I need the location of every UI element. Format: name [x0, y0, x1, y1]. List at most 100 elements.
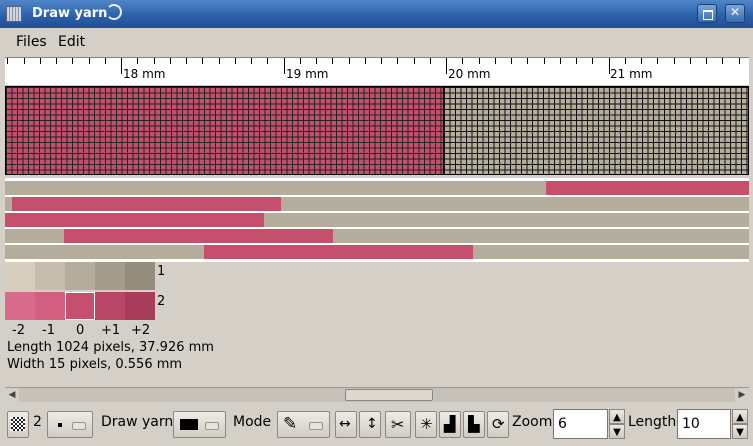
ruler-tick — [657, 58, 658, 64]
yarn-segment-pink — [12, 197, 281, 211]
shade-label: +1 — [101, 323, 121, 338]
palette-swatch[interactable] — [125, 262, 155, 290]
menu-bar: Files Edit — [2, 28, 751, 56]
stair-down-button[interactable]: ▙ — [463, 411, 485, 438]
shade-label: 0 — [76, 323, 85, 338]
ruler-tick — [397, 58, 398, 64]
horizontal-arrows-icon: ↔ — [339, 416, 351, 432]
maximize-button[interactable] — [697, 4, 717, 23]
palette-swatch[interactable] — [5, 262, 35, 290]
horizontal-scrollbar[interactable]: ◀ ▶ — [5, 387, 749, 402]
length-stepper[interactable]: ▲ ▼ — [732, 409, 748, 439]
ruler-tick — [186, 58, 187, 64]
ruler-tick — [381, 58, 382, 64]
ruler-tick — [154, 58, 155, 64]
checker-icon — [11, 417, 25, 431]
ruler-tick — [576, 58, 577, 64]
palette-swatch-selected[interactable] — [65, 292, 95, 320]
dot-style-dropdown[interactable] — [47, 411, 93, 438]
draw-yarn-window: Draw yarn Files Edit 18 mm 19 mm 20 mm 2… — [0, 0, 753, 446]
swirl-icon — [106, 4, 122, 20]
yarn-segment-beige — [281, 197, 749, 211]
yarn-segment-beige — [5, 229, 64, 243]
menu-files[interactable]: Files — [16, 34, 47, 50]
pink-yarn-grid[interactable] — [5, 86, 444, 175]
palette-swatch[interactable] — [65, 262, 95, 290]
pattern-icon[interactable] — [7, 411, 29, 438]
ruler-tick — [527, 58, 528, 64]
yarn-row — [5, 245, 749, 259]
yarn-segment-beige — [264, 213, 749, 227]
ruler-tick — [300, 58, 301, 64]
ruler-tick — [592, 58, 593, 64]
palette-swatch[interactable] — [95, 262, 125, 290]
vertical-arrows-icon: ↕ — [366, 416, 378, 432]
scroll-thumb[interactable] — [345, 389, 433, 401]
yarn-segment-pink — [64, 229, 333, 243]
ruler-label: 20 mm — [448, 67, 491, 81]
menu-edit[interactable]: Edit — [58, 34, 85, 50]
ruler-tick — [479, 58, 480, 64]
ruler-tick — [560, 58, 561, 64]
zoom-stepper[interactable]: ▲ ▼ — [609, 409, 625, 439]
color-dropdown[interactable] — [173, 411, 226, 438]
ruler-major-tick — [121, 58, 122, 74]
ruler-tick — [462, 58, 463, 64]
shade-label: -2 — [12, 323, 25, 338]
ruler-tick — [251, 58, 252, 64]
close-button[interactable] — [725, 4, 745, 23]
cut-button[interactable]: ✂ — [385, 411, 411, 438]
palette-row-label: 1 — [157, 264, 166, 279]
zoom-label: Zoom — [512, 414, 553, 430]
flip-horizontal-button[interactable]: ↔ — [335, 411, 357, 438]
scroll-right-arrow-icon[interactable]: ▶ — [735, 388, 749, 402]
shade-label: +2 — [131, 323, 151, 338]
asterisk-icon: ✳ — [420, 415, 433, 433]
mode-dropdown[interactable]: ✎ — [277, 411, 330, 438]
up-arrow-icon[interactable]: ▲ — [609, 409, 625, 424]
yarn-preview — [5, 178, 749, 262]
palette-swatch[interactable] — [95, 292, 125, 320]
palette-swatch[interactable] — [35, 262, 65, 290]
ruler-tick — [137, 58, 138, 64]
ruler-tick — [267, 58, 268, 64]
stair-up-button[interactable]: ▟ — [439, 411, 461, 438]
yarn-segment-beige — [5, 197, 12, 211]
ruler-major-tick — [446, 58, 447, 74]
flip-vertical-button[interactable]: ↕ — [359, 411, 381, 438]
scissors-icon: ✂ — [391, 415, 405, 434]
burst-button[interactable]: ✳ — [415, 411, 437, 438]
palette-swatch[interactable] — [5, 292, 35, 320]
down-arrow-icon[interactable]: ▼ — [609, 424, 625, 439]
zoom-input[interactable]: 6 — [553, 409, 608, 439]
yarn-row — [5, 213, 749, 227]
yarn-segment-pink — [5, 213, 264, 227]
length-input[interactable]: 10 — [677, 409, 731, 439]
yarn-segment-pink — [204, 245, 473, 259]
palette-swatch[interactable] — [35, 292, 65, 320]
dot-icon — [58, 423, 62, 427]
scroll-left-arrow-icon[interactable]: ◀ — [5, 388, 19, 402]
ruler-tick — [674, 58, 675, 64]
refresh-button[interactable]: ⟳ — [487, 411, 509, 438]
chevron-down-icon — [205, 422, 219, 430]
yarn-segment-beige — [5, 245, 204, 259]
ruler-tick — [332, 58, 333, 64]
mode-label: Mode — [233, 414, 272, 430]
ruler-tick — [170, 58, 171, 64]
ruler-tick — [365, 58, 366, 64]
down-arrow-icon[interactable]: ▼ — [732, 424, 748, 439]
up-arrow-icon[interactable]: ▲ — [732, 409, 748, 424]
ruler-tick — [641, 58, 642, 64]
palette-swatch[interactable] — [125, 292, 155, 320]
title-bar[interactable]: Draw yarn — [0, 0, 753, 28]
ruler-label: 21 mm — [610, 67, 653, 81]
ruler-label: 18 mm — [123, 67, 166, 81]
ruler-tick — [202, 58, 203, 64]
yarn-row — [5, 181, 749, 195]
beige-yarn-grid[interactable] — [443, 86, 749, 175]
ruler-tick — [430, 58, 431, 64]
ruler-label: 19 mm — [286, 67, 329, 81]
ruler-tick — [72, 58, 73, 64]
refresh-icon: ⟳ — [492, 415, 505, 433]
